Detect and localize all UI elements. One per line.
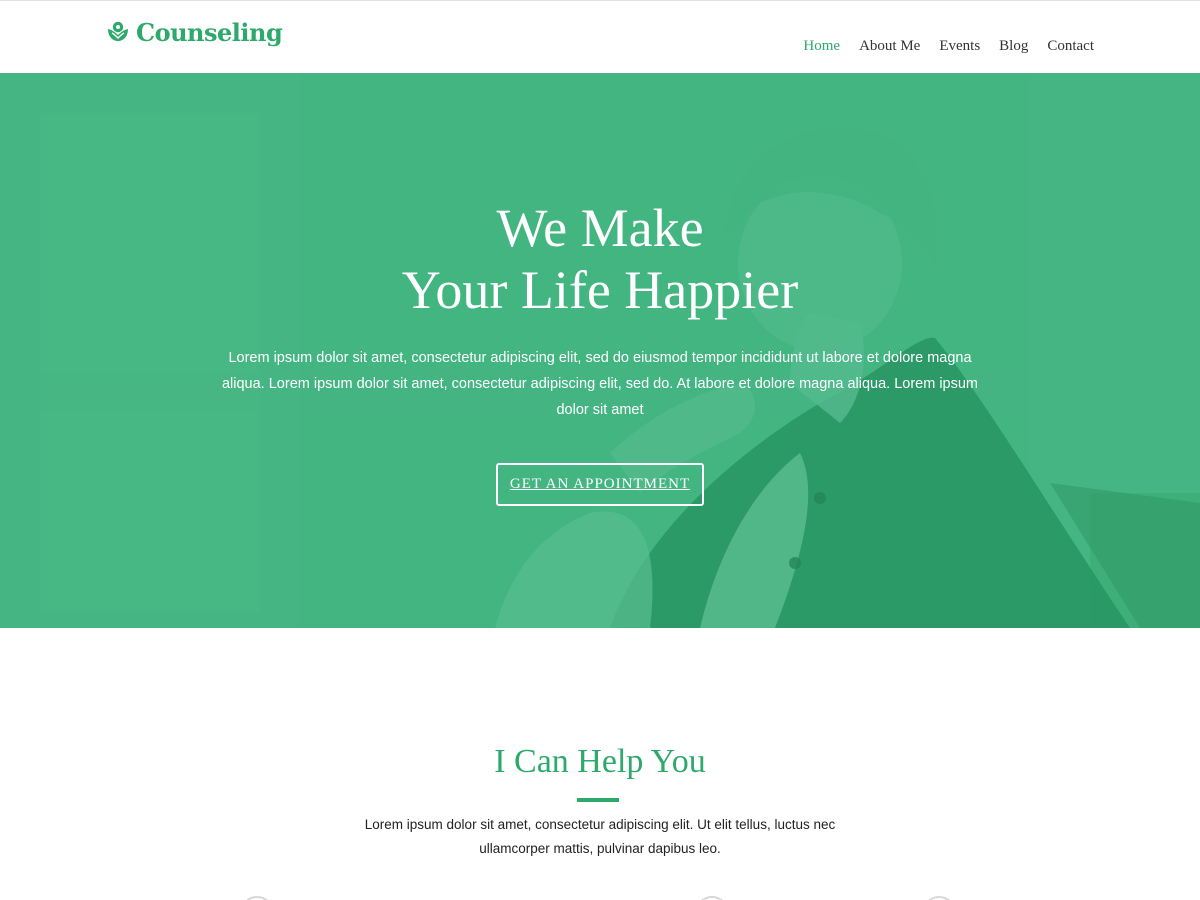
flower-icon	[108, 21, 128, 41]
service-icon-circle	[695, 896, 729, 900]
hero-title-line-1: We Make	[496, 198, 704, 258]
service-icon-circle	[240, 896, 274, 900]
site-logo[interactable]: Counseling	[106, 15, 283, 49]
hero-section: We Make Your Life Happier Lorem ipsum do…	[0, 73, 1200, 628]
nav-blog[interactable]: Blog	[999, 36, 1028, 56]
nav-home[interactable]: Home	[803, 36, 840, 56]
nav-about-me[interactable]: About Me	[859, 36, 920, 56]
hero-title: We Make Your Life Happier	[0, 197, 1200, 321]
title-divider	[577, 798, 619, 802]
main-nav: Home About Me Events Blog Contact	[803, 36, 1094, 56]
get-appointment-button[interactable]: GET AN APPOINTMENT	[496, 463, 704, 506]
help-title: I Can Help You	[494, 743, 706, 780]
site-header: Counseling Home About Me Events Blog Con…	[0, 0, 1200, 73]
logo-text: Counseling	[136, 17, 283, 47]
service-icon-circle	[922, 896, 956, 900]
nav-events[interactable]: Events	[939, 36, 980, 56]
help-description: Lorem ipsum dolor sit amet, consectetur …	[364, 817, 836, 856]
hero-title-line-2: Your Life Happier	[401, 260, 799, 320]
service-icons-row	[0, 896, 1200, 900]
hero-description: Lorem ipsum dolor sit amet, consectetur …	[221, 350, 979, 418]
nav-contact[interactable]: Contact	[1047, 36, 1094, 56]
